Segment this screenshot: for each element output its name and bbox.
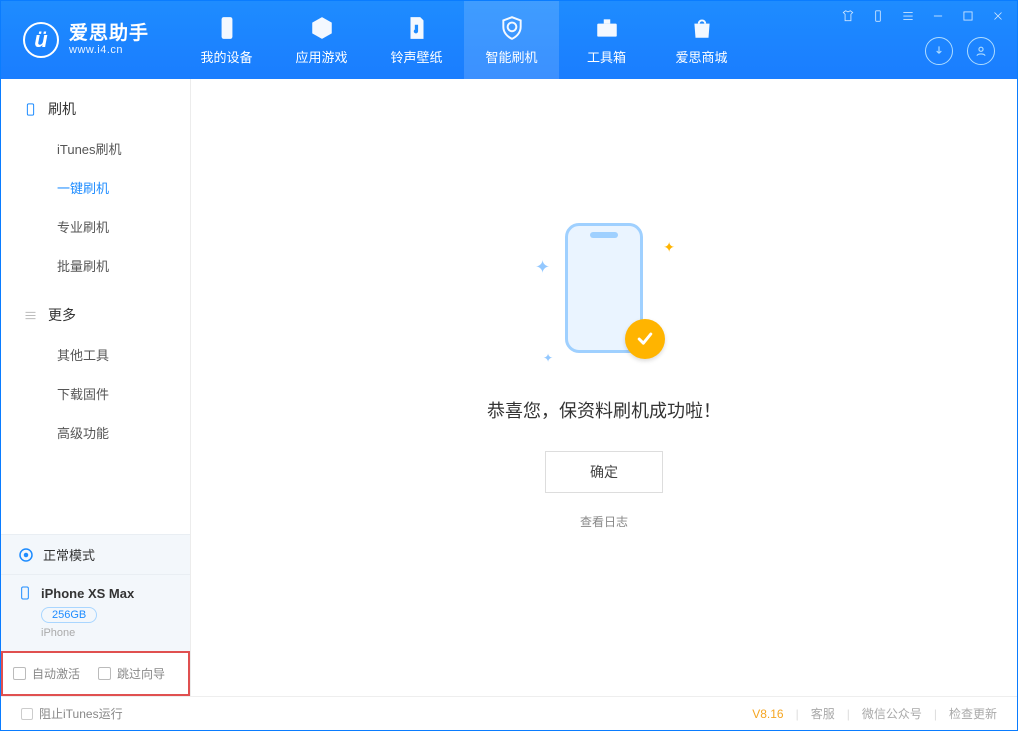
tab-my-device[interactable]: 我的设备	[179, 1, 274, 79]
flash-options-row: 自动激活 跳过向导	[1, 651, 190, 696]
success-illustration: ✦ ✦ ✦	[529, 223, 679, 373]
top-tabs: 我的设备 应用游戏 铃声壁纸 智能刷机 工具箱 爱思商城	[179, 1, 749, 79]
minimize-icon[interactable]	[929, 7, 947, 25]
sidebar: 刷机 iTunes刷机 一键刷机 专业刷机 批量刷机 更多 其他工具 下载固件 …	[1, 79, 191, 696]
checkbox-label: 自动激活	[32, 665, 80, 682]
sidebar-item-other-tools[interactable]: 其他工具	[1, 335, 190, 374]
window-controls	[839, 7, 1007, 25]
toolbox-icon	[594, 15, 620, 41]
sidebar-section-title: 刷机	[48, 99, 76, 119]
customer-service-link[interactable]: 客服	[811, 705, 835, 722]
tab-apps[interactable]: 应用游戏	[274, 1, 369, 79]
phone-mini-icon[interactable]	[869, 7, 887, 25]
device-storage-badge: 256GB	[41, 607, 97, 623]
tab-label: 应用游戏	[296, 47, 348, 66]
wechat-link[interactable]: 微信公众号	[862, 705, 922, 722]
ok-button[interactable]: 确定	[545, 451, 663, 493]
close-icon[interactable]	[989, 7, 1007, 25]
main-content: ✦ ✦ ✦ 恭喜您，保资料刷机成功啦！ 确定 查看日志	[191, 79, 1017, 696]
tab-ringtone[interactable]: 铃声壁纸	[369, 1, 464, 79]
device-type: iPhone	[41, 627, 174, 639]
menu-icon[interactable]	[899, 7, 917, 25]
titlebar-actions	[925, 37, 995, 65]
device-mode-card[interactable]: 正常模式	[1, 534, 190, 574]
download-button[interactable]	[925, 37, 953, 65]
tab-store[interactable]: 爱思商城	[654, 1, 749, 79]
list-icon	[23, 308, 38, 323]
success-check-icon	[625, 319, 665, 359]
device-name: iPhone XS Max	[41, 586, 134, 601]
device-info-card[interactable]: iPhone XS Max 256GB iPhone	[1, 574, 190, 651]
sidebar-item-download-firmware[interactable]: 下载固件	[1, 374, 190, 413]
check-update-link[interactable]: 检查更新	[949, 705, 997, 722]
checkbox-label: 阻止iTunes运行	[39, 705, 123, 722]
tab-flash[interactable]: 智能刷机	[464, 1, 559, 79]
device-mode-label: 正常模式	[43, 545, 95, 564]
checkbox-box-icon	[13, 667, 26, 680]
sidebar-item-pro-flash[interactable]: 专业刷机	[1, 207, 190, 246]
account-button[interactable]	[967, 37, 995, 65]
sidebar-item-batch-flash[interactable]: 批量刷机	[1, 246, 190, 285]
maximize-icon[interactable]	[959, 7, 977, 25]
sidebar-section-more: 更多	[1, 299, 190, 335]
view-log-link[interactable]: 查看日志	[487, 513, 721, 530]
sidebar-item-oneclick-flash[interactable]: 一键刷机	[1, 168, 190, 207]
checkbox-box-icon	[98, 667, 111, 680]
titlebar: ü 爱思助手 www.i4.cn 我的设备 应用游戏 铃声壁纸 智能刷机	[1, 1, 1017, 79]
checkbox-skip-setup[interactable]: 跳过向导	[98, 665, 165, 682]
checkbox-auto-activate[interactable]: 自动激活	[13, 665, 80, 682]
checkbox-box-icon	[21, 708, 33, 720]
checkbox-block-itunes[interactable]: 阻止iTunes运行	[21, 705, 123, 722]
sidebar-section-title: 更多	[48, 305, 76, 325]
sidebar-item-advanced[interactable]: 高级功能	[1, 413, 190, 452]
sidebar-item-itunes-flash[interactable]: iTunes刷机	[1, 129, 190, 168]
tshirt-icon[interactable]	[839, 7, 857, 25]
checkbox-label: 跳过向导	[117, 665, 165, 682]
app-logo: ü 爱思助手 www.i4.cn	[1, 22, 179, 58]
sparkle-icon: ✦	[663, 239, 675, 256]
sparkle-icon: ✦	[535, 257, 550, 278]
app-subtitle: www.i4.cn	[69, 44, 149, 56]
version-label: V8.16	[752, 707, 783, 721]
tab-label: 爱思商城	[676, 47, 728, 66]
tab-label: 工具箱	[587, 47, 626, 66]
device-icon	[214, 15, 240, 41]
tab-label: 我的设备	[201, 47, 253, 66]
success-message: 恭喜您，保资料刷机成功啦！	[487, 397, 721, 423]
tab-label: 智能刷机	[486, 47, 538, 66]
phone-small-icon	[17, 585, 33, 601]
app-title: 爱思助手	[69, 24, 149, 45]
music-file-icon	[404, 15, 430, 41]
logo-icon: ü	[23, 22, 59, 58]
sparkle-icon: ✦	[543, 351, 553, 365]
bag-icon	[689, 15, 715, 41]
tab-toolbox[interactable]: 工具箱	[559, 1, 654, 79]
loop-icon	[17, 546, 35, 564]
status-bar: 阻止iTunes运行 V8.16 | 客服 | 微信公众号 | 检查更新	[1, 696, 1017, 730]
tab-label: 铃声壁纸	[391, 47, 443, 66]
sidebar-section-flash: 刷机	[1, 93, 190, 129]
phone-outline-icon	[23, 102, 38, 117]
cube-icon	[309, 15, 335, 41]
shield-refresh-icon	[499, 15, 525, 41]
